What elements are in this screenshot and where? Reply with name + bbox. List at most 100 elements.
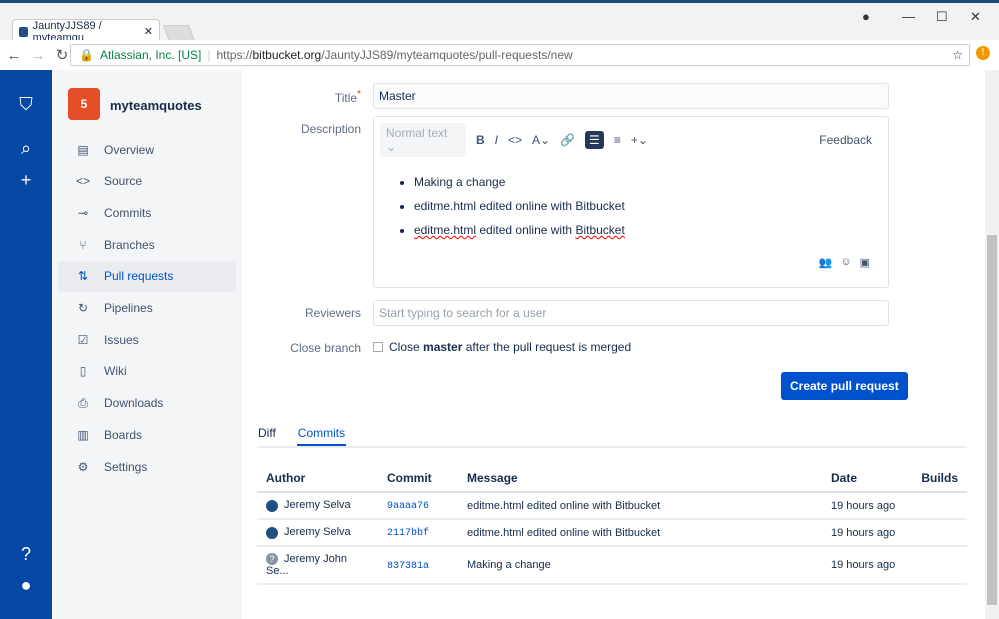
commit-hash-link[interactable]: 9aaaa76 — [387, 501, 429, 512]
sidebar-item-label: Issues — [104, 332, 139, 347]
extension-alert-icon[interactable]: ! — [976, 46, 990, 60]
scrollbar[interactable] — [985, 70, 999, 619]
author-cell: Jeremy Selva — [257, 519, 378, 547]
column-date: Date — [822, 465, 912, 493]
date-cell: 19 hours ago — [822, 492, 912, 520]
browser-chrome: JauntyJJS89 / myteamqu ✕ ● — ☐ ✕ ← → ↻ 🔒 … — [0, 0, 999, 70]
sidebar-item-downloads[interactable]: ⎙ Downloads — [58, 388, 236, 419]
link-icon[interactable]: 🔗 — [560, 133, 575, 147]
italic-icon[interactable]: I — [495, 133, 498, 147]
sidebar-item-label: Branches — [104, 237, 155, 252]
close-branch-label: Close branch — [290, 341, 361, 355]
sidebar-item-label: Pull requests — [104, 269, 174, 284]
message-cell: editme.html edited online with Bitbucket — [458, 492, 822, 520]
nav-icon: ▤ — [77, 142, 89, 157]
new-tab-button[interactable] — [163, 25, 195, 41]
sidebar-item-pipelines[interactable]: ↻ Pipelines — [58, 293, 236, 324]
sidebar-item-issues[interactable]: ☑ Issues — [58, 324, 236, 355]
global-sidebar: ⛉ ⌕ + ? ● — [0, 70, 52, 619]
description-label: Description — [300, 122, 361, 136]
sidebar-item-boards[interactable]: ▥ Boards — [58, 419, 236, 450]
sidebar-item-label: Wiki — [104, 364, 127, 379]
table-row[interactable]: ? Jeremy John Se... 837381a Making a chan… — [257, 546, 967, 586]
column-message: Message — [458, 465, 822, 493]
forward-icon[interactable]: → — [28, 47, 48, 64]
nav-icon: ↻ — [77, 301, 89, 315]
scrollbar-thumb[interactable] — [987, 235, 997, 605]
sidebar-item-label: Source — [104, 174, 143, 189]
list-item: editme.html edited online with Bitbucket — [414, 223, 888, 237]
tab-commits[interactable]: Commits — [296, 426, 347, 446]
html5-project-logo: 5 — [68, 88, 100, 120]
mention-icon[interactable]: 👥 — [819, 256, 833, 269]
commits-table: Author Commit Message Date Builds Jeremy… — [257, 465, 967, 586]
sidebar-item-commits[interactable]: ⊸ Commits — [58, 197, 236, 228]
bold-icon[interactable]: B — [476, 133, 485, 147]
url-path: /JauntyJJS89/myteamquotes/pull-requests/… — [321, 48, 573, 62]
address-bar[interactable]: 🔒 Atlassian, Inc. [US] | https://bitbuck… — [70, 44, 970, 66]
back-icon[interactable]: ← — [4, 47, 24, 64]
close-tab-icon[interactable]: ✕ — [144, 25, 153, 38]
sidebar-item-branches[interactable]: ⑂ Branches — [58, 229, 236, 260]
sidebar-item-pull-requests[interactable]: ⇅ Pull requests — [58, 260, 236, 292]
create-pull-request-button[interactable]: Create pull request — [781, 372, 908, 400]
text-color-icon[interactable]: A⌄ — [532, 133, 550, 147]
bullet-list-icon[interactable]: ☰ — [585, 131, 604, 149]
nav-icon: ⇅ — [77, 269, 89, 284]
tab-diff[interactable]: Diff — [257, 426, 277, 446]
close-branch-text: Close master after the pull request is m… — [389, 340, 632, 354]
table-row[interactable]: Jeremy Selva 2117bbf editme.html edited … — [257, 519, 967, 547]
minimize-icon[interactable]: — — [902, 9, 915, 24]
sidebar-item-settings[interactable]: ⚙ Settings — [58, 451, 236, 482]
nav-icon: ☑ — [77, 332, 89, 347]
emoji-icon[interactable]: ☺ — [840, 256, 851, 269]
security-label: Atlassian, Inc. [US] — [99, 48, 202, 62]
title-label: Title* — [334, 89, 361, 105]
title-input[interactable]: Master — [373, 83, 889, 109]
project-name[interactable]: myteamquotes — [110, 98, 202, 113]
sidebar-item-overview[interactable]: ▤ Overview — [58, 134, 236, 165]
close-window-icon[interactable]: ✕ — [970, 9, 981, 25]
nav-icon: ⚙ — [77, 459, 89, 474]
url-scheme: https:// — [216, 48, 253, 62]
reviewers-label: Reviewers — [304, 306, 361, 320]
create-icon[interactable]: + — [16, 170, 36, 191]
message-cell: editme.html edited online with Bitbucket — [458, 519, 822, 547]
sidebar-item-label: Pipelines — [104, 301, 153, 315]
help-icon[interactable]: ? — [16, 544, 36, 565]
user-avatar-icon[interactable]: ● — [16, 575, 36, 596]
search-icon[interactable]: ⌕ — [16, 138, 36, 159]
builds-cell — [912, 546, 967, 586]
sidebar-item-source[interactable]: <> Source — [58, 166, 236, 197]
project-sidebar: 5 myteamquotes ▤ Overview <> Source ⊸ Commits… — [52, 70, 242, 619]
feedback-button[interactable]: Feedback — [819, 133, 872, 147]
nav-icon: ⎙ — [78, 395, 88, 410]
bitbucket-logo-icon[interactable]: ⛉ — [16, 94, 36, 115]
avatar — [266, 526, 278, 539]
star-icon[interactable]: ☆ — [952, 48, 963, 62]
maximize-icon[interactable]: ☐ — [936, 9, 948, 25]
close-branch-checkbox[interactable] — [373, 342, 383, 352]
insert-icon[interactable]: +⌄ — [631, 133, 648, 147]
date-cell: 19 hours ago — [822, 546, 912, 586]
pull-request-form: Title* Master Description Normal text ⌄ … — [242, 70, 985, 619]
image-icon[interactable]: ▣ — [860, 256, 870, 269]
profile-icon[interactable]: ● — [862, 9, 870, 24]
avatar — [266, 499, 278, 512]
text-style-dropdown[interactable]: Normal text ⌄ — [380, 123, 466, 157]
nav-icon: ▯ — [79, 364, 87, 379]
nav-icon: ▥ — [77, 427, 89, 442]
table-row[interactable]: Jeremy Selva 9aaaa76 editme.html edited … — [257, 492, 967, 520]
reviewers-input[interactable]: Start typing to search for a user — [373, 300, 889, 326]
sidebar-item-wiki[interactable]: ▯ Wiki — [58, 356, 236, 387]
description-editor[interactable]: Normal text ⌄ B I <> A⌄ 🔗 ☰ ≡ +⌄ Feedbac… — [373, 116, 889, 288]
commit-hash-link[interactable]: 2117bbf — [387, 528, 429, 539]
builds-cell — [912, 519, 967, 547]
sidebar-item-label: Downloads — [104, 396, 164, 411]
message-cell: Making a change — [458, 546, 822, 586]
numbered-list-icon[interactable]: ≡ — [614, 133, 621, 147]
commit-hash-link[interactable]: 837381a — [387, 561, 429, 572]
date-cell: 19 hours ago — [822, 519, 912, 547]
reload-icon[interactable]: ↻ — [52, 46, 72, 64]
code-icon[interactable]: <> — [508, 133, 522, 147]
